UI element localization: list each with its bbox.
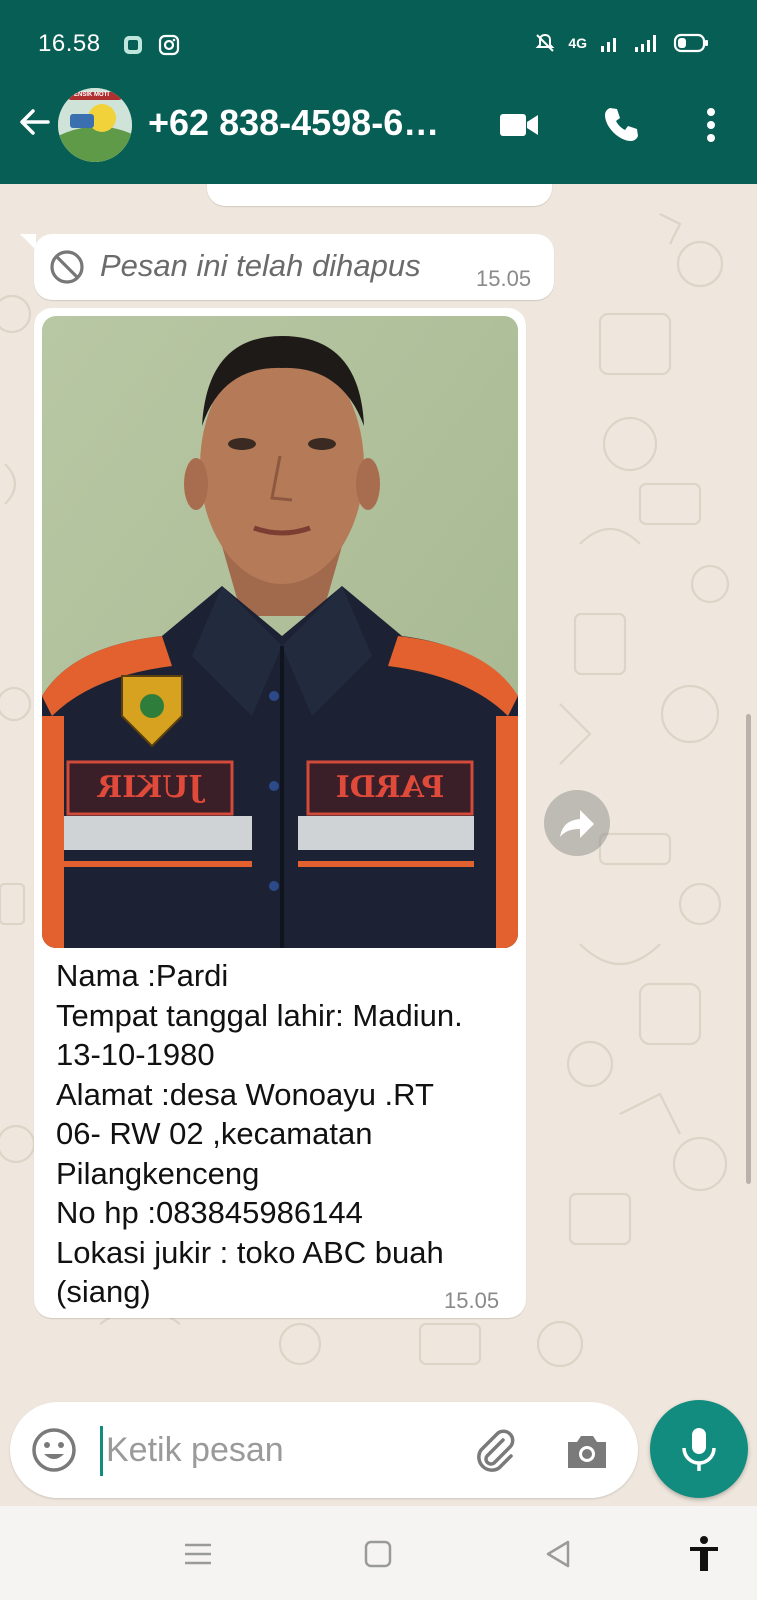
attach-icon[interactable] — [470, 1426, 520, 1476]
status-bar: 16.58 4G — [0, 0, 757, 66]
status-time: 16.58 — [38, 30, 101, 57]
deleted-message-bubble[interactable]: Pesan ini telah dihapus 15.05 — [34, 234, 554, 300]
caption-line: No hp :083845986144 — [56, 1195, 363, 1230]
phone-icon[interactable] — [598, 102, 644, 148]
mic-icon — [682, 1428, 716, 1471]
avatar-label: PENSIK MOTI — [70, 92, 110, 98]
contact-name[interactable]: +62 838-4598-6… — [148, 102, 439, 144]
signal-icon-2 — [635, 35, 656, 52]
caption-line: Alamat :desa Wonoayu .RT — [56, 1076, 434, 1112]
menu-icon[interactable] — [178, 1534, 218, 1574]
battery-icon — [673, 33, 708, 53]
person-photo — [42, 316, 518, 948]
notification-app-icon — [124, 36, 142, 54]
caption-line: Lokasi jukir : toko ABC buah — [56, 1234, 444, 1270]
composer — [0, 1384, 757, 1506]
chat-header: PENSIK MOTI +62 838-4598-6… — [0, 66, 757, 184]
caption-line: 06- RW 02 ,kecamatan — [56, 1116, 373, 1151]
message-time: 15.05 — [476, 266, 532, 291]
system-nav-bar — [0, 1506, 757, 1600]
avatar[interactable]: PENSIK MOTI — [58, 88, 132, 162]
mute-icon — [535, 33, 555, 52]
caption-line: Nama :Pardi — [56, 958, 229, 993]
signal-icon — [601, 38, 616, 52]
previous-message-bubble[interactable] — [207, 184, 552, 206]
caption-line: 13-10-1980 — [56, 1037, 215, 1072]
caption-line: Pilangkenceng — [56, 1155, 260, 1191]
instagram-icon — [158, 34, 180, 56]
emoji-icon[interactable] — [30, 1426, 78, 1474]
scrollbar-thumb[interactable] — [746, 714, 751, 1184]
status-right: 4G — [534, 32, 709, 54]
caption-line: Tempat tanggal lahir: Madiun. — [56, 997, 463, 1033]
photo-caption: Nama :Pardi Tempat tanggal lahir: Madiun… — [56, 956, 516, 1312]
voice-record-button[interactable] — [650, 1400, 748, 1498]
forward-icon — [560, 810, 594, 838]
message-input[interactable] — [106, 1424, 436, 1476]
home-icon[interactable] — [358, 1534, 398, 1574]
patch-right-text: PARDI — [335, 770, 445, 805]
message-time: 15.05 — [444, 1288, 500, 1313]
camera-icon[interactable] — [562, 1426, 612, 1476]
text-caret — [100, 1426, 103, 1476]
patch-left-text: JUKIR — [97, 770, 203, 805]
more-vert-icon[interactable] — [688, 102, 734, 148]
blocked-icon — [50, 250, 84, 284]
forward-button[interactable] — [544, 790, 610, 856]
back-nav-icon[interactable] — [538, 1534, 578, 1574]
photo-message-bubble[interactable]: JUKIR PARDI Nama :Pardi Tempat tanggal l… — [34, 308, 526, 1318]
chat-area[interactable]: Pesan ini telah dihapus 15.05 JUKIR PARD… — [0, 184, 757, 1384]
network-type: 4G — [568, 35, 587, 51]
message-photo[interactable]: JUKIR PARDI — [42, 316, 518, 948]
accessibility-icon[interactable] — [684, 1534, 724, 1574]
deleted-message-text: Pesan ini telah dihapus — [100, 248, 421, 283]
message-input-box[interactable] — [10, 1402, 638, 1498]
video-call-icon[interactable] — [496, 102, 542, 148]
back-arrow-icon[interactable] — [14, 102, 54, 142]
